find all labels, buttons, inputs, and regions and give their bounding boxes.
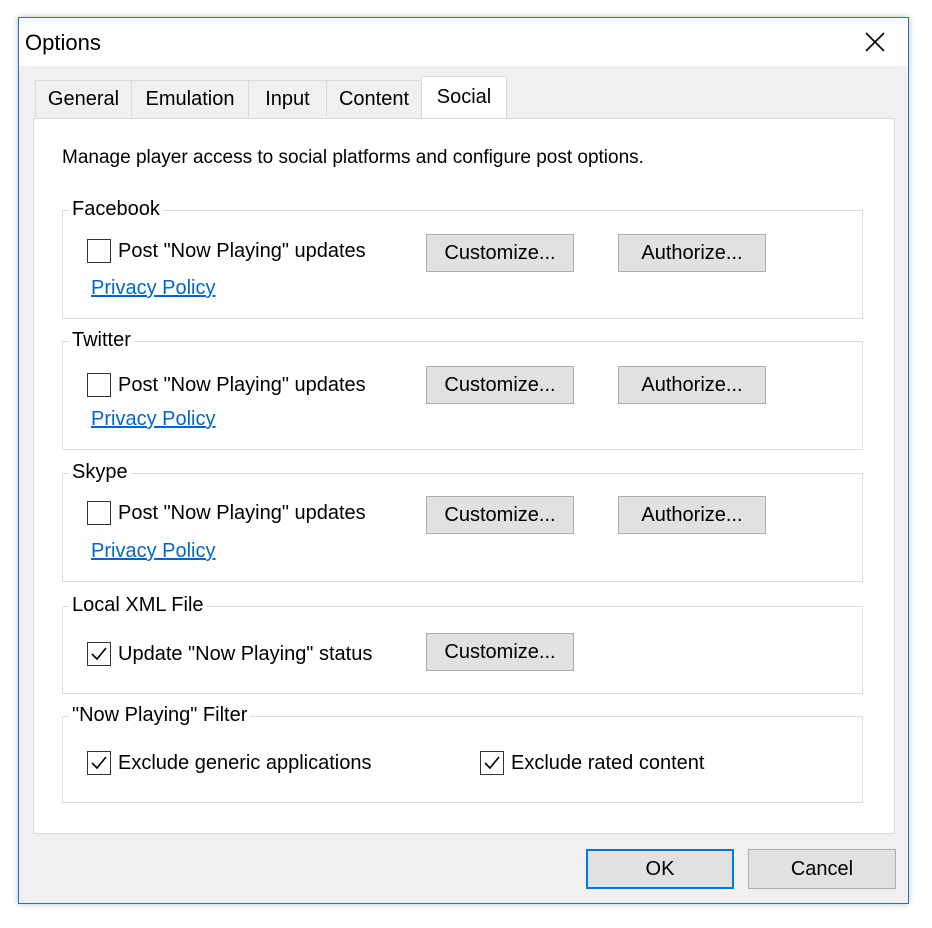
exclude-rated-checkbox[interactable]: Exclude rated content	[480, 751, 704, 775]
exclude-rated-label: Exclude rated content	[511, 751, 705, 774]
checkmark-icon	[91, 647, 107, 661]
twitter-group-label: Twitter	[69, 328, 134, 352]
checkbox-box	[87, 373, 111, 397]
facebook-authorize-button[interactable]: Authorize...	[618, 234, 766, 272]
skype-customize-button[interactable]: Customize...	[426, 496, 574, 534]
tab-general[interactable]: General	[35, 80, 132, 117]
social-tab-panel: Manage player access to social platforms…	[33, 118, 895, 834]
local-xml-customize-button[interactable]: Customize...	[426, 633, 574, 671]
options-dialog: Options General Emulation Input Content …	[18, 17, 909, 904]
local-xml-group-label: Local XML File	[69, 593, 207, 617]
intro-text: Manage player access to social platforms…	[62, 147, 644, 168]
skype-post-label: Post "Now Playing" updates	[118, 501, 366, 524]
facebook-group-label: Facebook	[69, 197, 163, 221]
facebook-post-checkbox[interactable]: Post "Now Playing" updates	[87, 239, 366, 263]
now-playing-filter-group: "Now Playing" Filter Exclude generic app…	[62, 703, 863, 803]
facebook-group: Facebook Post "Now Playing" updates Priv…	[62, 197, 863, 319]
checkbox-box	[87, 642, 111, 666]
filter-group-label: "Now Playing" Filter	[69, 703, 251, 727]
title-bar: Options	[19, 18, 908, 66]
close-icon	[865, 32, 885, 52]
twitter-group: Twitter Post "Now Playing" updates Priva…	[62, 328, 863, 450]
facebook-customize-button[interactable]: Customize...	[426, 234, 574, 272]
skype-post-checkbox[interactable]: Post "Now Playing" updates	[87, 501, 366, 525]
ok-button[interactable]: OK	[586, 849, 734, 889]
cancel-button[interactable]: Cancel	[748, 849, 896, 889]
checkbox-box	[87, 751, 111, 775]
twitter-customize-button[interactable]: Customize...	[426, 366, 574, 404]
local-xml-group: Local XML File Update "Now Playing" stat…	[62, 593, 863, 694]
tab-content[interactable]: Content	[326, 80, 422, 117]
twitter-post-checkbox[interactable]: Post "Now Playing" updates	[87, 373, 366, 397]
checkmark-icon	[91, 756, 107, 770]
tab-input[interactable]: Input	[248, 80, 327, 117]
skype-authorize-button[interactable]: Authorize...	[618, 496, 766, 534]
local-xml-update-label: Update "Now Playing" status	[118, 642, 373, 665]
facebook-privacy-link[interactable]: Privacy Policy	[91, 277, 215, 300]
exclude-generic-checkbox[interactable]: Exclude generic applications	[87, 751, 372, 775]
checkbox-box	[87, 501, 111, 525]
tab-emulation[interactable]: Emulation	[131, 80, 249, 117]
exclude-generic-label: Exclude generic applications	[118, 751, 372, 774]
checkbox-box	[87, 239, 111, 263]
window-title: Options	[25, 30, 101, 55]
close-button[interactable]	[842, 18, 908, 66]
local-xml-update-checkbox[interactable]: Update "Now Playing" status	[87, 642, 372, 666]
tab-social[interactable]: Social	[421, 76, 507, 118]
facebook-post-label: Post "Now Playing" updates	[118, 239, 366, 262]
skype-group: Skype Post "Now Playing" updates Privacy…	[62, 460, 863, 582]
twitter-post-label: Post "Now Playing" updates	[118, 373, 366, 396]
checkbox-box	[480, 751, 504, 775]
twitter-authorize-button[interactable]: Authorize...	[618, 366, 766, 404]
twitter-privacy-link[interactable]: Privacy Policy	[91, 408, 215, 431]
skype-privacy-link[interactable]: Privacy Policy	[91, 540, 215, 563]
skype-group-label: Skype	[69, 460, 131, 484]
checkmark-icon	[484, 756, 500, 770]
